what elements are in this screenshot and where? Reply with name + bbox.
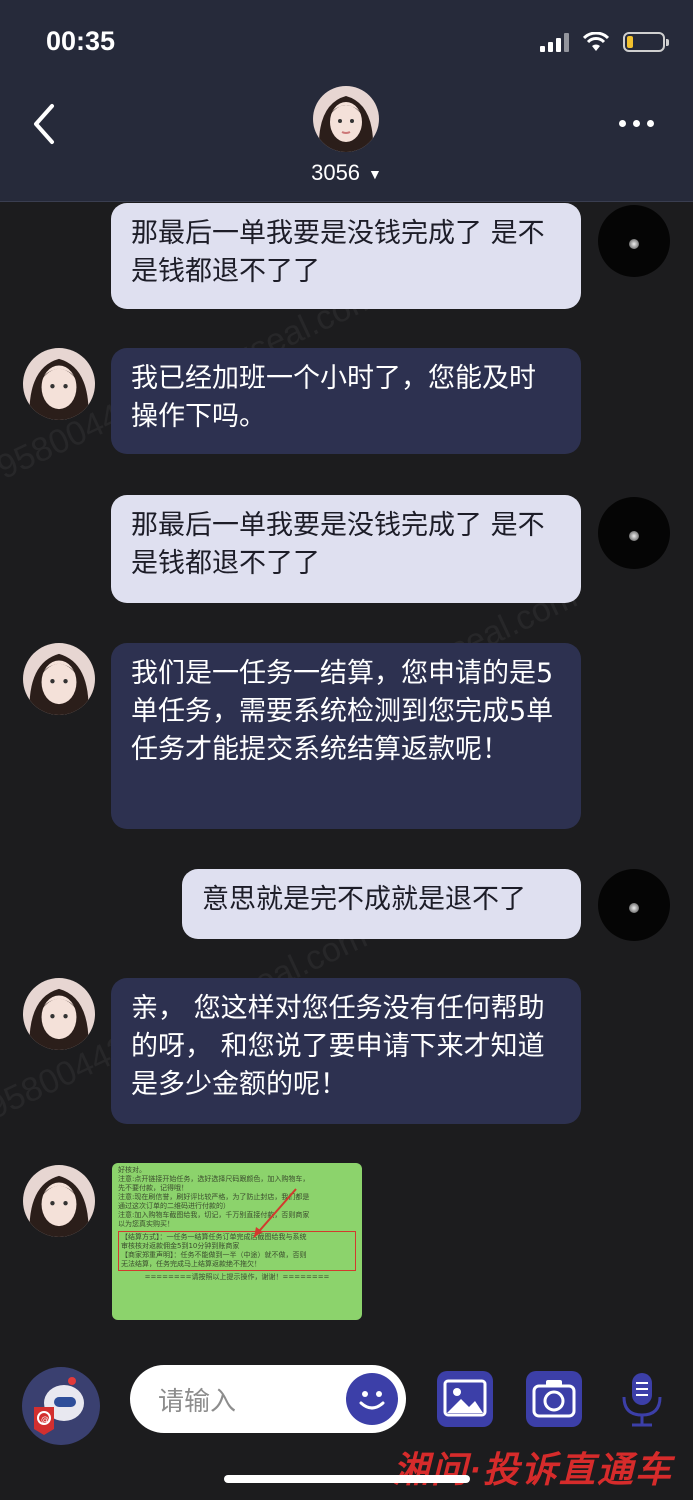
navigation-header: 00:35 3056 ▼: [0, 0, 693, 202]
cellular-signal-icon: [540, 32, 569, 52]
image-text-line: 好核对。: [118, 1166, 146, 1174]
smiley-icon: [359, 1391, 385, 1410]
microphone-icon: [622, 1373, 662, 1427]
brand-watermark: 湘问·投诉直通车: [393, 1449, 673, 1490]
my-avatar[interactable]: [598, 497, 670, 569]
dot-icon: [633, 119, 640, 127]
image-text-line: 注意:加入购物车截图给我，切记，千万别直接付款，否则商家: [118, 1211, 310, 1219]
chevron-left-icon: [34, 104, 54, 144]
contact-name[interactable]: 3056 ▼: [0, 160, 693, 186]
arrow-icon: [253, 1188, 297, 1238]
message-bubble-incoming[interactable]: 我已经加班一个小时了，您能及时操作下吗。: [111, 348, 581, 454]
contact-name-label: 3056: [311, 160, 361, 185]
image-text-line: 无法结算，任务完成马上结算返款绝不拖欠！: [121, 1260, 261, 1268]
caret-down-icon: ▼: [368, 166, 382, 183]
my-avatar[interactable]: [598, 869, 670, 941]
wifi-icon: [583, 32, 609, 51]
image-icon: [443, 1379, 487, 1417]
status-icons: [540, 30, 669, 54]
status-time: 00:35: [46, 26, 116, 56]
message-bubble-outgoing[interactable]: 那最后一单我要是没钱完成了 是不是钱都退不了了: [111, 495, 581, 603]
input-placeholder: 请输入: [158, 1387, 237, 1417]
contact-avatar[interactable]: [23, 643, 95, 715]
emoji-button[interactable]: [346, 1373, 398, 1425]
assistant-bot-button[interactable]: @: [22, 1367, 100, 1445]
dot-icon: [647, 119, 654, 127]
image-text-line: 先不要付款，记得哦！: [118, 1184, 188, 1192]
dot-icon: [619, 119, 626, 127]
image-text-line: 注意:点开链接开始任务，选好选择尺码跟颜色，加入购物车，: [118, 1175, 310, 1183]
svg-text:@: @: [41, 1415, 49, 1424]
composer-bar: @ 请输入 湘问·投诉直通车: [0, 1345, 693, 1500]
contact-avatar[interactable]: [23, 1165, 95, 1237]
image-text-line: 【商家郑重声明】：任务不能做到一半（中途）就不做，否则: [121, 1251, 307, 1259]
robot-icon: @: [22, 1367, 100, 1445]
highlight-box: 【结算方式】：一任务一结算任务订单完成后截图给我与系统 审核核对返款佣金5到10…: [118, 1231, 356, 1271]
chat-history[interactable]: 95800443 5@msgseal.com 95800443 5@msgsea…: [0, 203, 693, 1343]
more-options-button[interactable]: [619, 112, 663, 134]
image-text-line: ========请按照以上提示操作，谢谢！========: [144, 1273, 330, 1281]
image-text-line: 审核核对返款佣金5到10分钟到账商家: [121, 1242, 240, 1250]
contact-avatar[interactable]: [313, 86, 379, 152]
home-indicator[interactable]: [224, 1475, 470, 1483]
camera-icon: [532, 1380, 576, 1418]
voice-button[interactable]: [614, 1369, 670, 1429]
message-input[interactable]: 请输入: [130, 1365, 406, 1433]
image-text-line: 通过这次订单的二维码进行付款的）: [118, 1202, 230, 1210]
image-text-line: 【结算方式】：一任务一结算任务订单完成后截图给我与系统: [121, 1233, 307, 1241]
message-bubble-incoming[interactable]: 亲， 您这样对您任务没有任何帮助的呀， 和您说了要申请下来才知道是多少金额的呢！: [111, 978, 581, 1124]
gallery-button[interactable]: [437, 1371, 493, 1427]
back-button[interactable]: [28, 100, 64, 148]
my-avatar[interactable]: [598, 205, 670, 277]
message-bubble-incoming[interactable]: 我们是一任务一结算，您申请的是5单任务，需要系统检测到您完成5单任务才能提交系统…: [111, 643, 581, 829]
message-bubble-outgoing[interactable]: 意思就是完不成就是退不了: [182, 869, 581, 939]
image-text-line: 注意:现在刷信誉，刷好评比较严格，为了防止封店，我们都是: [118, 1193, 310, 1201]
camera-button[interactable]: [526, 1371, 582, 1427]
contact-avatar[interactable]: [23, 348, 95, 420]
message-bubble-outgoing[interactable]: 那最后一单我要是没钱完成了 是不是钱都退不了了: [111, 203, 581, 309]
contact-avatar[interactable]: [23, 978, 95, 1050]
image-message[interactable]: 好核对。 注意:点开链接开始任务，选好选择尺码跟颜色，加入购物车， 先不要付款，…: [112, 1163, 362, 1320]
battery-icon: [623, 32, 669, 52]
image-text-line: 以为您真实购买！: [118, 1220, 174, 1228]
